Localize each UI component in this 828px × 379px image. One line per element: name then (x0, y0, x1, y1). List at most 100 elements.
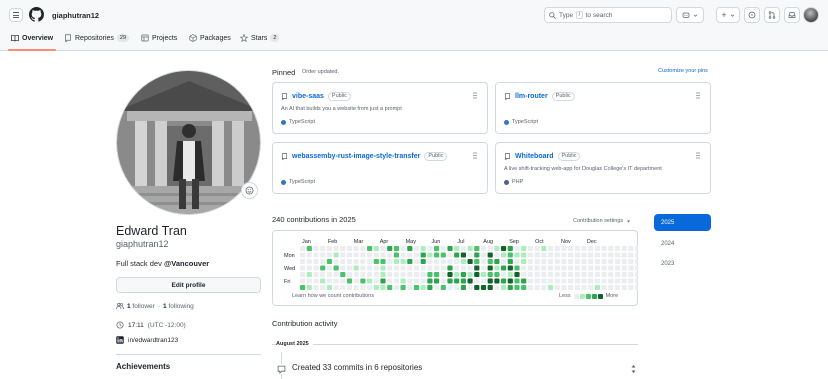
contribution-day-cell[interactable] (460, 252, 466, 258)
contribution-day-cell[interactable] (353, 265, 359, 271)
contribution-day-cell[interactable] (635, 278, 638, 284)
contribution-day-cell[interactable] (494, 252, 500, 258)
contribution-day-cell[interactable] (594, 259, 600, 264)
contribution-day-cell[interactable] (554, 265, 560, 271)
contribution-day-cell[interactable] (614, 272, 621, 277)
contribution-day-cell[interactable] (373, 272, 379, 277)
contribution-day-cell[interactable] (427, 278, 433, 284)
contribution-day-cell[interactable] (534, 259, 540, 264)
contribution-day-cell[interactable] (474, 252, 480, 258)
contribution-day-cell[interactable] (574, 272, 580, 277)
contribution-day-cell[interactable] (501, 246, 507, 251)
contribution-day-cell[interactable] (601, 259, 607, 264)
tab-stars[interactable]: Stars 2 (240, 34, 280, 42)
contribution-day-cell[interactable] (635, 272, 638, 277)
contribution-day-cell[interactable] (628, 259, 634, 264)
contribution-day-cell[interactable] (373, 252, 379, 258)
contribution-day-cell[interactable] (313, 265, 319, 271)
contribution-day-cell[interactable] (454, 278, 460, 284)
contribution-day-cell[interactable] (300, 246, 306, 251)
contribution-day-cell[interactable] (608, 265, 614, 271)
contribution-day-cell[interactable] (561, 285, 567, 290)
contribution-day-cell[interactable] (534, 285, 540, 290)
contribution-day-cell[interactable] (594, 278, 600, 284)
contribution-day-cell[interactable] (413, 272, 420, 277)
contribution-day-cell[interactable] (400, 278, 406, 284)
tab-packages[interactable]: Packages (189, 34, 231, 42)
contribution-day-cell[interactable] (413, 246, 420, 251)
contribution-day-cell[interactable] (393, 265, 399, 271)
contribution-day-cell[interactable] (447, 265, 453, 271)
contribution-day-cell[interactable] (393, 272, 399, 277)
contribution-day-cell[interactable] (360, 252, 366, 258)
contribution-day-cell[interactable] (447, 246, 453, 251)
contribution-day-cell[interactable] (635, 265, 638, 271)
contribution-day-cell[interactable] (521, 252, 527, 258)
contribution-day-cell[interactable] (474, 259, 480, 264)
contribution-day-cell[interactable] (387, 285, 393, 290)
contribution-day-cell[interactable] (507, 272, 513, 277)
contribution-day-cell[interactable] (594, 285, 600, 290)
avatar[interactable] (803, 7, 819, 23)
contribution-day-cell[interactable] (487, 252, 493, 258)
contribution-day-cell[interactable] (346, 252, 353, 258)
contribution-day-cell[interactable] (300, 265, 306, 271)
contribution-day-cell[interactable] (413, 259, 420, 264)
contribution-day-cell[interactable] (407, 252, 413, 258)
contribution-day-cell[interactable] (320, 278, 326, 284)
contribution-day-cell[interactable] (360, 259, 366, 264)
contribution-day-cell[interactable] (574, 278, 580, 284)
contribution-day-cell[interactable] (514, 259, 520, 264)
contribution-day-cell[interactable] (400, 252, 406, 258)
contribution-day-cell[interactable] (635, 252, 638, 258)
contribution-day-cell[interactable] (387, 272, 393, 277)
contribution-day-cell[interactable] (514, 265, 520, 271)
contribution-day-cell[interactable] (326, 246, 332, 251)
contribution-day-cell[interactable] (541, 246, 547, 251)
contribution-day-cell[interactable] (494, 265, 500, 271)
contribution-day-cell[interactable] (320, 246, 326, 251)
contribution-day-cell[interactable] (474, 246, 480, 251)
contribution-day-cell[interactable] (300, 252, 306, 258)
contribution-day-cell[interactable] (400, 265, 406, 271)
contribution-day-cell[interactable] (387, 259, 393, 264)
contribution-day-cell[interactable] (420, 285, 426, 290)
contribution-day-cell[interactable] (614, 285, 621, 290)
drag-handle-icon[interactable] (696, 92, 700, 99)
contribution-day-cell[interactable] (434, 272, 440, 277)
contribution-day-cell[interactable] (387, 278, 393, 284)
contribution-day-cell[interactable] (306, 265, 312, 271)
contribution-day-cell[interactable] (507, 278, 513, 284)
contribution-day-cell[interactable] (501, 285, 507, 290)
contribution-day-cell[interactable] (547, 265, 554, 271)
contribution-day-cell[interactable] (407, 285, 413, 290)
contribution-day-cell[interactable] (501, 252, 507, 258)
contribution-day-cell[interactable] (534, 252, 540, 258)
contribution-day-cell[interactable] (300, 259, 306, 264)
contribution-day-cell[interactable] (494, 246, 500, 251)
learn-how-link[interactable]: Learn how we count contributions (292, 293, 374, 299)
contribution-day-cell[interactable] (574, 246, 580, 251)
contribution-day-cell[interactable] (427, 252, 433, 258)
following-link[interactable]: 1 following (163, 303, 194, 310)
contribution-day-cell[interactable] (360, 265, 366, 271)
contribution-day-cell[interactable] (594, 265, 600, 271)
contribution-day-cell[interactable] (420, 246, 426, 251)
contribution-day-cell[interactable] (521, 278, 527, 284)
contribution-day-cell[interactable] (393, 246, 399, 251)
contribution-day-cell[interactable] (467, 252, 473, 258)
contribution-day-cell[interactable] (561, 259, 567, 264)
edit-profile-button[interactable]: Edit profile (116, 277, 261, 293)
contribution-day-cell[interactable] (608, 252, 614, 258)
contribution-day-cell[interactable] (594, 246, 600, 251)
contribution-day-cell[interactable] (541, 285, 547, 290)
contribution-day-cell[interactable] (635, 285, 638, 290)
contribution-day-cell[interactable] (333, 246, 339, 251)
drag-handle-icon[interactable] (473, 152, 477, 159)
contribution-day-cell[interactable] (547, 259, 554, 264)
contribution-day-cell[interactable] (507, 252, 513, 258)
contribution-day-cell[interactable] (628, 285, 634, 290)
contribution-day-cell[interactable] (574, 265, 580, 271)
contribution-day-cell[interactable] (353, 252, 359, 258)
inbox-button[interactable] (784, 7, 800, 23)
